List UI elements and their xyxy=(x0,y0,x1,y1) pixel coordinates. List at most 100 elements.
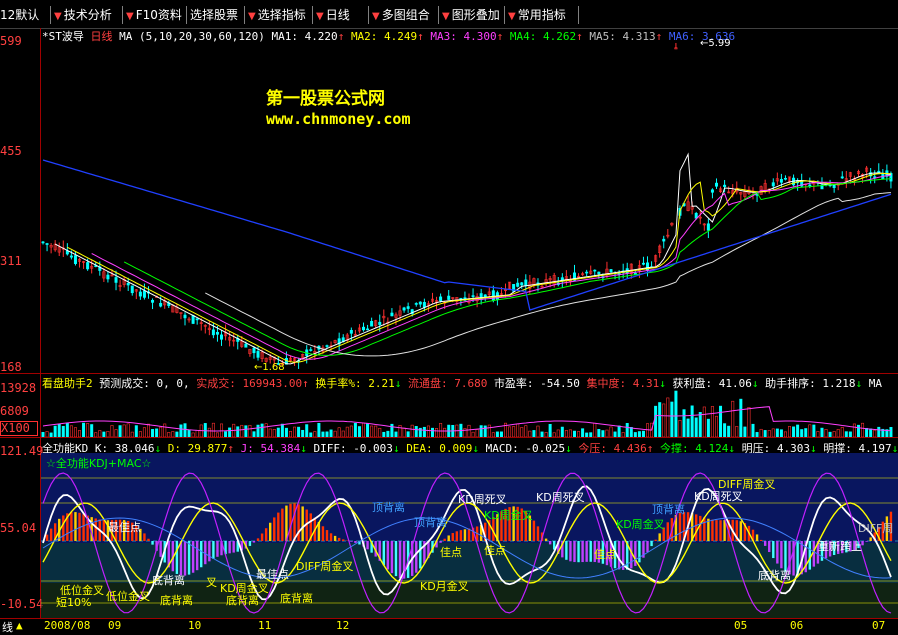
candle-body xyxy=(772,183,774,186)
kdj-annotation: KD周死叉 xyxy=(536,489,585,505)
macd-bar xyxy=(768,541,770,552)
candle-body xyxy=(74,256,76,264)
macd-bar xyxy=(699,516,701,541)
volume-bar xyxy=(788,426,790,437)
macd-bar xyxy=(281,509,283,541)
menu-technical-analysis[interactable]: ▼技术分析 xyxy=(54,6,112,24)
volume-title[interactable]: 看盘助手2 xyxy=(42,377,93,390)
candle-body xyxy=(472,296,474,297)
kdj-axis-label: 121.49 xyxy=(0,444,40,458)
volume-bar xyxy=(123,425,125,437)
volume-bar xyxy=(370,426,372,437)
kdj-annotation: DIFF周金叉 xyxy=(296,558,353,574)
volume-bar xyxy=(431,428,433,437)
macd-bar xyxy=(667,522,669,541)
volume-bar xyxy=(62,426,64,437)
time-label: 09 xyxy=(108,619,121,632)
actual-volume: 实成交: 169943.00 xyxy=(196,377,302,390)
volume-bar xyxy=(853,424,855,437)
macd-bar xyxy=(646,541,648,552)
macd-bar xyxy=(383,541,385,565)
kdj-axis-label: -10.54 xyxy=(0,597,40,611)
candle-body xyxy=(86,262,88,268)
menu-arrow-icon: ▼ xyxy=(316,11,324,22)
volume-bar xyxy=(480,426,482,437)
volume-bar xyxy=(740,399,742,437)
volume-bar xyxy=(723,424,725,437)
volume-bar xyxy=(285,428,287,437)
volume-chart[interactable] xyxy=(41,390,898,437)
scroll-up-icon[interactable]: ▲ xyxy=(16,619,23,632)
kdj-annotation: 低位金叉 xyxy=(106,588,150,604)
menu-overlay[interactable]: ▼图形叠加 xyxy=(442,6,500,24)
menu-separator xyxy=(50,6,51,24)
candle-body xyxy=(46,244,48,245)
ma2-line xyxy=(67,173,891,362)
macd-bar xyxy=(216,541,218,557)
volume-bar xyxy=(354,423,356,437)
price-chart[interactable] xyxy=(41,42,898,373)
candle-body xyxy=(594,270,596,271)
volume-bar xyxy=(379,428,381,437)
macd-bar xyxy=(443,539,445,541)
volume-bar xyxy=(618,426,620,437)
macd-bar xyxy=(464,529,466,541)
candle-body xyxy=(407,307,409,309)
volume-bar xyxy=(95,433,97,437)
macd-bar xyxy=(159,541,161,557)
volume-bar xyxy=(74,428,76,437)
kdj-axis-label: 55.04 xyxy=(0,521,40,535)
candle-body xyxy=(350,330,352,333)
volume-bar xyxy=(164,424,166,437)
volume-bar xyxy=(634,432,636,437)
volume-bar xyxy=(338,428,340,437)
macd-bar xyxy=(756,534,758,541)
volume-bar xyxy=(249,425,251,437)
macd-bar xyxy=(354,541,356,543)
volume-bar xyxy=(525,426,527,437)
menu-select-stock[interactable]: 选择股票 xyxy=(190,6,238,24)
macd-bar xyxy=(330,533,332,541)
forecast-volume: 预测成交: 0, 0, xyxy=(99,377,189,390)
volume-bar xyxy=(841,427,843,437)
candle-body xyxy=(220,335,222,339)
macd-bar xyxy=(590,541,592,562)
macd-bar xyxy=(460,530,462,541)
volume-bar xyxy=(261,424,263,437)
macd-bar xyxy=(273,517,275,541)
macd-bar xyxy=(650,541,652,546)
macd-bar xyxy=(419,541,421,568)
kdj-annotation: 佳点 xyxy=(484,542,506,558)
kdj-annotation: 顶背离 xyxy=(414,514,447,530)
ma4-line xyxy=(124,179,891,356)
volume-bar xyxy=(598,429,600,437)
volume-bar xyxy=(865,428,867,437)
macd-bar xyxy=(715,520,717,541)
macd-bar xyxy=(772,541,774,558)
volume-scale-button[interactable]: X100 xyxy=(0,421,38,436)
volume-bar xyxy=(565,430,567,437)
menu-multi-chart[interactable]: ▼多图组合 xyxy=(372,6,430,24)
volume-bar xyxy=(176,432,178,437)
volume-bar xyxy=(585,433,587,437)
macd-bar xyxy=(780,541,782,568)
menu-default[interactable]: 12默认 xyxy=(0,6,39,24)
menu-common-indicators[interactable]: ▼常用指标 xyxy=(508,6,566,24)
menu-arrow-icon: ▼ xyxy=(508,11,516,22)
volume-bar xyxy=(642,431,644,437)
volume-bar xyxy=(553,433,555,437)
volume-bar xyxy=(756,432,758,437)
candle-body xyxy=(780,179,782,182)
time-label: 06 xyxy=(790,619,803,632)
macd-bar xyxy=(456,531,458,541)
volume-bar xyxy=(537,426,539,437)
menu-separator xyxy=(244,6,245,24)
kdj-annotation: 底背离 xyxy=(226,592,259,608)
volume-bar xyxy=(687,419,689,437)
menu-f10[interactable]: ▼F10资料 xyxy=(126,6,182,24)
candle-body xyxy=(448,296,450,300)
menu-period[interactable]: ▼日线 xyxy=(316,6,350,24)
macd-bar xyxy=(391,541,393,573)
kdj-annotation: 最佳点 xyxy=(108,519,141,535)
menu-select-indicator[interactable]: ▼选择指标 xyxy=(248,6,306,24)
